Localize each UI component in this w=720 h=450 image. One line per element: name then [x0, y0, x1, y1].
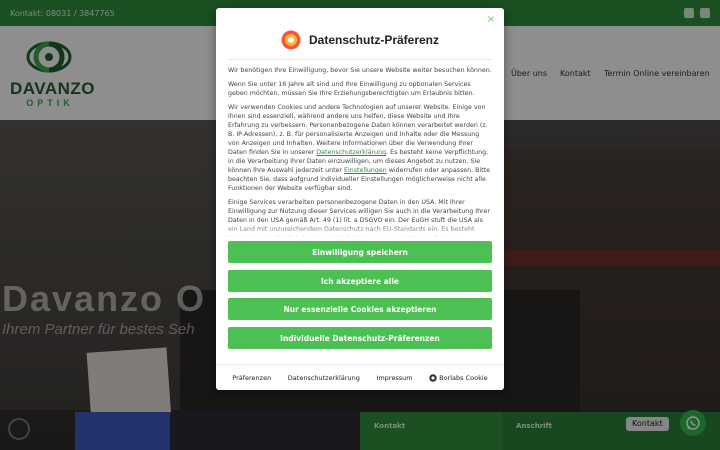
save-consent-button[interactable]: Einwilligung speichern — [228, 241, 492, 263]
consent-paragraph-2: Wenn Sie unter 16 Jahre alt sind und Ihr… — [228, 81, 475, 97]
individual-preferences-button[interactable]: Individuelle Datenschutz-Präferenzen — [228, 327, 492, 349]
consent-paragraph-1: Wir benötigen Ihre Einwilligung, bevor S… — [228, 67, 492, 74]
cookie-logo-icon — [281, 30, 301, 49]
footer-link-privacy[interactable]: Datenschutzerklärung — [288, 374, 360, 382]
dialog-body[interactable]: Wir benötigen Ihre Einwilligung, bevor S… — [228, 66, 492, 238]
consent-paragraph-3: Wir verwenden Cookies und andere Technol… — [228, 104, 490, 192]
accept-all-button[interactable]: Ich akzeptiere alle — [228, 270, 492, 292]
privacy-consent-dialog: × Datenschutz-Präferenz Wir benötigen Ih… — [216, 8, 504, 390]
accept-essential-button[interactable]: Nur essenzielle Cookies akzeptieren — [228, 298, 492, 320]
borlabs-link[interactable]: Borlabs Cookie — [429, 374, 488, 382]
borlabs-cookie-icon — [429, 373, 437, 382]
dialog-header: Datenschutz-Präferenz — [228, 20, 492, 60]
footer-link-imprint[interactable]: Impressum — [376, 374, 412, 382]
settings-link[interactable]: Einstellungen — [344, 167, 387, 174]
dialog-footer: Präferenzen Datenschutzerklärung Impress… — [216, 364, 504, 390]
privacy-policy-link[interactable]: Datenschutzerklärung — [316, 149, 386, 156]
dialog-title: Datenschutz-Präferenz — [308, 32, 440, 47]
footer-link-preferences[interactable]: Präferenzen — [232, 374, 271, 382]
